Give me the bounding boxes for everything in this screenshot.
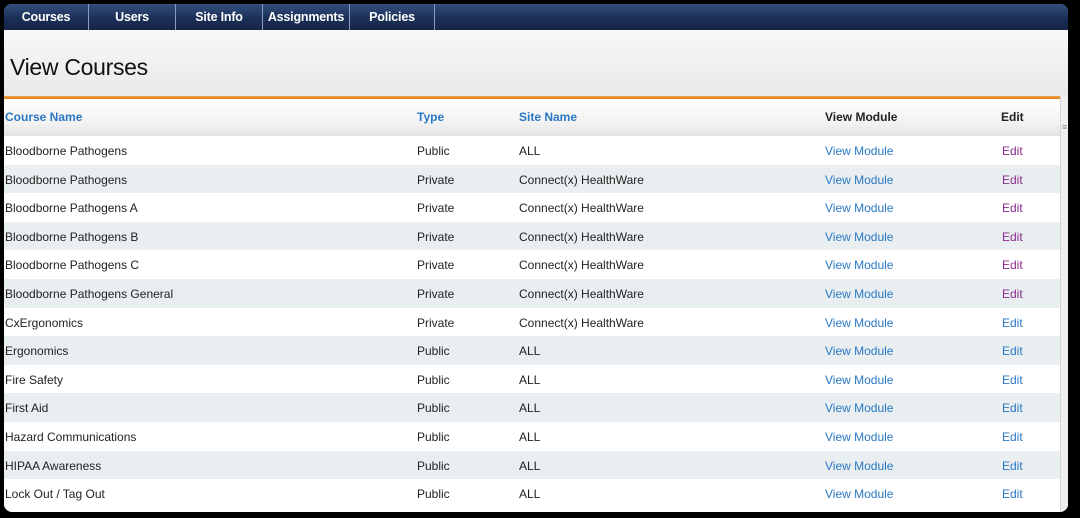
course-name-cell: HIPAA Awareness — [5, 458, 102, 473]
table-row: First Aid Public ALL View Module Edit — [4, 393, 1068, 422]
nav-policies[interactable]: Policies — [350, 4, 435, 30]
view-module-link[interactable]: View Module — [825, 401, 893, 415]
type-cell: Private — [417, 172, 455, 187]
table-header: Course Name Type Site Name View Module E… — [4, 99, 1068, 136]
site-name-cell: ALL — [519, 429, 541, 444]
site-name-cell: Connect(x) HealthWare — [519, 315, 644, 330]
course-name-cell: Ergonomics — [5, 344, 69, 359]
table-row: Bloodborne Pathogens C Private Connect(x) … — [4, 250, 1068, 279]
site-name-cell: ALL — [519, 487, 541, 502]
site-name-cell: Connect(x) HealthWare — [519, 201, 644, 216]
course-name-cell: CxErgonomics — [5, 315, 84, 330]
type-cell: Public — [417, 429, 450, 444]
edit-link[interactable]: Edit — [1002, 230, 1023, 244]
view-module-link[interactable]: View Module — [825, 144, 893, 158]
vertical-scrollbar[interactable]: ≡ — [1060, 96, 1068, 512]
site-name-cell: Connect(x) HealthWare — [519, 229, 644, 244]
view-module-link[interactable]: View Module — [825, 258, 893, 272]
table-row: Bloodborne Pathogens Private Connect(x) He… — [4, 164, 1068, 194]
view-module-link[interactable]: View Module — [825, 487, 893, 501]
course-name-cell: Fire Safety — [5, 372, 64, 387]
column-header-type[interactable]: Type — [417, 110, 444, 124]
view-module-link[interactable]: View Module — [825, 201, 893, 215]
table-row: Bloodborne Pathogens General Private Conne… — [4, 278, 1068, 308]
course-name-cell: Bloodborne Pathogens B — [5, 229, 139, 244]
nav-assignments[interactable]: Assignments — [263, 4, 350, 30]
page-header: View Courses — [4, 30, 1068, 96]
table-row: Bloodborne Pathogens Public ALL View Module… — [4, 136, 1068, 165]
edit-link[interactable]: Edit — [1002, 144, 1023, 158]
nav-site-info[interactable]: Site Info — [176, 4, 263, 30]
course-name-cell: Bloodborne Pathogens A — [5, 201, 138, 216]
edit-link[interactable]: Edit — [1002, 487, 1023, 501]
course-name-cell: Bloodborne Pathogens — [5, 172, 128, 187]
course-name-cell: Bloodborne Pathogens General — [5, 286, 174, 301]
type-cell: Public — [417, 344, 450, 359]
edit-link[interactable]: Edit — [1002, 316, 1023, 330]
table-row: Lock Out / Tag Out Public ALL View Module Ed… — [4, 479, 1068, 508]
table-row: Bloodborne Pathogens A Private Connect(x) … — [4, 193, 1068, 222]
table-row: CxErgonomics Private Connect(x) HealthWare… — [4, 307, 1068, 337]
type-cell: Private — [417, 286, 455, 301]
type-cell: Private — [417, 258, 455, 273]
table-row: Bloodborne Pathogens B Private Connect(x) … — [4, 221, 1068, 251]
site-name-cell: Connect(x) HealthWare — [519, 258, 644, 273]
table-row: HIPAA Awareness Public ALL View Module Edit — [4, 450, 1068, 480]
course-name-cell: Lock Out / Tag Out — [5, 487, 105, 502]
table-row: Fire Safety Public ALL View Module Edit — [4, 364, 1068, 394]
view-module-link[interactable]: View Module — [825, 316, 893, 330]
site-name-cell: ALL — [519, 458, 541, 473]
site-name-cell: Connect(x) HealthWare — [519, 172, 644, 187]
type-cell: Private — [417, 201, 455, 216]
column-header-site-name[interactable]: Site Name — [519, 110, 577, 124]
nav-users[interactable]: Users — [89, 4, 176, 30]
view-module-link[interactable]: View Module — [825, 173, 893, 187]
view-module-link[interactable]: View Module — [825, 230, 893, 244]
site-name-cell: Connect(x) HealthWare — [519, 286, 644, 301]
nav-courses[interactable]: Courses — [4, 4, 89, 30]
course-name-cell: Hazard Communications — [5, 429, 137, 444]
edit-link[interactable]: Edit — [1002, 344, 1023, 358]
view-module-link[interactable]: View Module — [825, 430, 893, 444]
view-module-link[interactable]: View Module — [825, 344, 893, 358]
type-cell: Private — [417, 315, 455, 330]
edit-link[interactable]: Edit — [1002, 373, 1023, 387]
table-row: Ergonomics Public ALL View Module Edit — [4, 336, 1068, 365]
edit-link[interactable]: Edit — [1002, 401, 1023, 415]
course-name-cell: Bloodborne Pathogens C — [5, 258, 140, 273]
edit-link[interactable]: Edit — [1002, 287, 1023, 301]
edit-link[interactable]: Edit — [1002, 258, 1023, 272]
course-name-cell: First Aid — [5, 401, 49, 416]
type-cell: Private — [417, 229, 455, 244]
column-header-course-name[interactable]: Course Name — [5, 110, 82, 124]
edit-link[interactable]: Edit — [1002, 173, 1023, 187]
page-title: View Courses — [10, 54, 148, 80]
type-cell: Public — [417, 372, 450, 387]
edit-link[interactable]: Edit — [1002, 201, 1023, 215]
view-module-link[interactable]: View Module — [825, 287, 893, 301]
site-name-cell: ALL — [519, 144, 541, 158]
view-module-link[interactable]: View Module — [825, 373, 893, 387]
course-name-cell: Bloodborne Pathogens — [5, 144, 128, 158]
edit-link[interactable]: Edit — [1002, 459, 1023, 473]
type-cell: Public — [417, 458, 450, 473]
column-header-edit: Edit — [1001, 110, 1024, 124]
type-cell: Public — [417, 487, 450, 502]
site-name-cell: ALL — [519, 344, 541, 359]
top-nav: Courses Users Site Info Assignments Poli… — [4, 4, 1068, 30]
app-window: Courses Users Site Info Assignments Poli… — [4, 4, 1068, 512]
site-name-cell: ALL — [519, 372, 541, 387]
table-body: Bloodborne Pathogens Public ALL View Module… — [4, 136, 1068, 508]
column-header-view-module: View Module — [825, 110, 898, 124]
type-cell: Public — [417, 144, 450, 158]
courses-table: Course Name Type Site Name View Module E… — [4, 99, 1068, 512]
scroll-grip-icon: ≡ — [1062, 122, 1068, 132]
view-module-link[interactable]: View Module — [825, 459, 893, 473]
type-cell: Public — [417, 401, 450, 416]
table-row: Hazard Communications Public ALL View Modul… — [4, 421, 1068, 451]
site-name-cell: ALL — [519, 401, 541, 416]
edit-link[interactable]: Edit — [1002, 430, 1023, 444]
